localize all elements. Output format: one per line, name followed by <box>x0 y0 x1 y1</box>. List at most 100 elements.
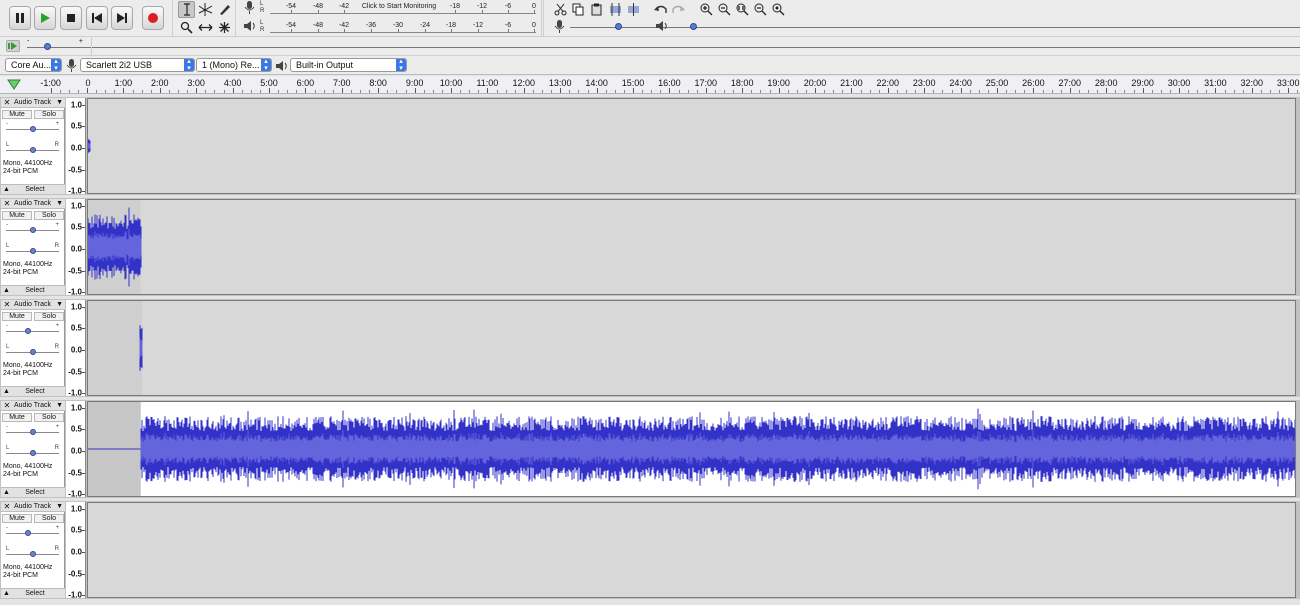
close-track-button[interactable]: ✕ <box>2 401 12 411</box>
track-control-panel[interactable]: ✕ Audio Track ▼ Mute Solo - + LR Mono, 44… <box>1 300 65 396</box>
pan-knob[interactable] <box>29 450 36 456</box>
gain-slider[interactable]: - + <box>6 424 59 439</box>
recording-device-select[interactable]: Scarlett 2i2 USB ▴ ▾ <box>80 58 195 72</box>
playback-volume-knob[interactable] <box>690 23 698 30</box>
playback-meter[interactable]: L R -54 -48 -42 -36 -30 -24 -18 -12 -6 0 <box>260 20 536 33</box>
pause-button[interactable] <box>9 6 31 30</box>
collapse-track-button[interactable]: ▲ <box>3 286 10 296</box>
track-menu-button[interactable]: ▼ <box>56 98 63 108</box>
multi-tool[interactable] <box>216 19 233 36</box>
track-control-panel[interactable]: ✕ Audio Track ▼ Mute Solo - + LR Mono, 44… <box>1 199 65 295</box>
close-track-button[interactable]: ✕ <box>2 502 12 512</box>
timeline-ruler[interactable]: -1:00 0 1:00 2:00 3:00 4:00 5:00 6:00 7:00 8:00 9:… <box>0 76 1300 94</box>
track-menu-button[interactable]: ▼ <box>56 199 63 209</box>
gain-slider[interactable]: - + <box>6 222 59 237</box>
mute-button[interactable]: Mute <box>2 312 32 321</box>
track-control-panel[interactable]: ✕ Audio Track ▼ Mute Solo - + LR Mono, 44… <box>1 502 65 598</box>
solo-button[interactable]: Solo <box>34 312 64 321</box>
redo-button[interactable] <box>670 1 687 18</box>
fit-project-button[interactable] <box>752 1 769 18</box>
waveform-area[interactable] <box>87 98 1296 194</box>
mute-button[interactable]: Mute <box>2 110 32 119</box>
audio-track[interactable]: ✕ Audio Track ▼ Mute Solo - + LR Mono, 44… <box>0 198 1300 297</box>
audio-track[interactable]: ✕ Audio Track ▼ Mute Solo - + LR Mono, 44… <box>0 299 1300 398</box>
solo-button[interactable]: Solo <box>34 211 64 220</box>
mute-button[interactable]: Mute <box>2 211 32 220</box>
recording-channels-select[interactable]: 1 (Mono) Re... ▴ ▾ <box>196 58 272 72</box>
track-name[interactable]: Audio Track <box>14 300 51 310</box>
select-track-button[interactable]: Select <box>15 589 55 599</box>
waveform-area[interactable] <box>87 300 1296 396</box>
pan-slider[interactable]: LR <box>6 445 59 460</box>
skip-to-end-button[interactable] <box>111 6 133 30</box>
copy-button[interactable] <box>570 1 587 18</box>
pan-knob[interactable] <box>29 248 36 254</box>
timeshift-tool[interactable] <box>197 19 214 36</box>
selection-tool[interactable] <box>178 1 195 18</box>
collapse-track-button[interactable]: ▲ <box>3 185 10 195</box>
record-volume-knob[interactable] <box>615 23 622 30</box>
play-at-speed-slider[interactable]: - + <box>27 38 1300 53</box>
gain-slider[interactable]: - + <box>6 525 59 540</box>
waveform-area[interactable] <box>87 502 1296 598</box>
play-at-speed-knob[interactable] <box>43 43 51 50</box>
track-name[interactable]: Audio Track <box>14 401 51 411</box>
envelope-tool[interactable] <box>197 1 214 18</box>
playback-volume-slider[interactable] <box>672 21 1300 33</box>
timeline-options-icon[interactable] <box>7 79 21 90</box>
zoom-in-button[interactable] <box>698 1 715 18</box>
fit-selection-button[interactable] <box>734 1 751 18</box>
track-control-panel[interactable]: ✕ Audio Track ▼ Mute Solo - + LR Mono, 44… <box>1 98 65 194</box>
microphone-icon[interactable] <box>244 1 255 14</box>
track-name[interactable]: Audio Track <box>14 98 51 108</box>
gain-knob[interactable] <box>24 530 31 536</box>
cut-button[interactable] <box>552 1 569 18</box>
monitor-prompt[interactable]: Click to Start Monitoring <box>362 3 436 10</box>
draw-tool[interactable] <box>216 1 233 18</box>
play-at-speed-button[interactable] <box>6 40 20 52</box>
pan-slider[interactable]: LR <box>6 142 59 157</box>
audio-track[interactable]: ✕ Audio Track ▼ Mute Solo - + LR Mono, 44… <box>0 501 1300 600</box>
track-name[interactable]: Audio Track <box>14 199 51 209</box>
silence-button[interactable] <box>625 1 642 18</box>
pan-slider[interactable]: LR <box>6 243 59 258</box>
pan-slider[interactable]: LR <box>6 546 59 561</box>
close-track-button[interactable]: ✕ <box>2 199 12 209</box>
trim-button[interactable] <box>607 1 624 18</box>
skip-to-start-button[interactable] <box>86 6 108 30</box>
speaker-icon[interactable] <box>243 20 256 32</box>
playback-device-select[interactable]: Built-in Output ▴ ▾ <box>290 58 407 72</box>
paste-button[interactable] <box>588 1 605 18</box>
track-control-panel[interactable]: ✕ Audio Track ▼ Mute Solo - + LR Mono, 44… <box>1 401 65 497</box>
mute-button[interactable]: Mute <box>2 514 32 523</box>
pan-knob[interactable] <box>29 551 36 557</box>
collapse-track-button[interactable]: ▲ <box>3 387 10 397</box>
undo-button[interactable] <box>652 1 669 18</box>
audio-track[interactable]: ✕ Audio Track ▼ Mute Solo - + LR Mono, 44… <box>0 400 1300 499</box>
solo-button[interactable]: Solo <box>34 514 64 523</box>
select-track-button[interactable]: Select <box>15 488 55 498</box>
gain-slider[interactable]: - + <box>6 121 59 136</box>
collapse-track-button[interactable]: ▲ <box>3 488 10 498</box>
record-meter[interactable]: L R -54 -48 -42 -18 -12 -6 0 Click to Start Mon… <box>260 1 536 14</box>
select-track-button[interactable]: Select <box>15 286 55 296</box>
gain-knob[interactable] <box>29 227 36 233</box>
pan-slider[interactable]: LR <box>6 344 59 359</box>
audio-track[interactable]: ✕ Audio Track ▼ Mute Solo - + LR Mono, 44… <box>0 97 1300 196</box>
track-menu-button[interactable]: ▼ <box>56 401 63 411</box>
zoom-tool[interactable] <box>178 19 195 36</box>
play-button[interactable] <box>34 6 56 30</box>
solo-button[interactable]: Solo <box>34 110 64 119</box>
record-volume-slider[interactable] <box>570 21 1300 33</box>
record-button[interactable] <box>142 6 164 30</box>
pan-knob[interactable] <box>29 349 36 355</box>
collapse-track-button[interactable]: ▲ <box>3 589 10 599</box>
zoom-out-button[interactable] <box>716 1 733 18</box>
gain-knob[interactable] <box>29 126 36 132</box>
gain-knob[interactable] <box>24 328 31 334</box>
gain-slider[interactable]: - + <box>6 323 59 338</box>
track-name[interactable]: Audio Track <box>14 502 51 512</box>
zoom-toggle-button[interactable] <box>770 1 787 18</box>
waveform-area[interactable] <box>87 199 1296 295</box>
track-menu-button[interactable]: ▼ <box>56 502 63 512</box>
